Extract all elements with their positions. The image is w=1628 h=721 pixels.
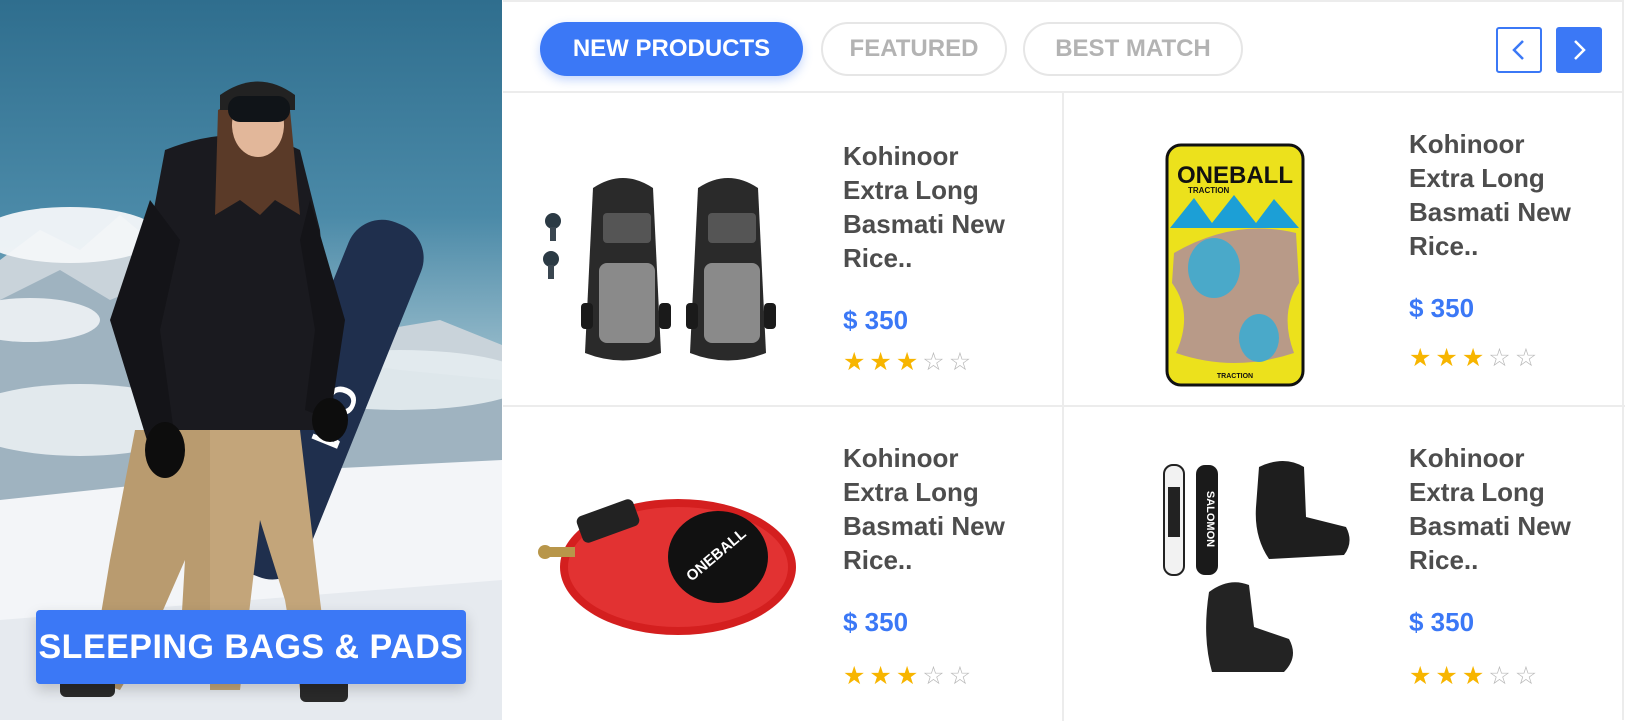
product-name[interactable]: Kohinoor Extra Long Basmati New Rice.. [843,139,1013,275]
star-filled-icon: ★ [1409,344,1432,372]
sleeping-bags-cta-button[interactable]: SLEEPING BAGS & PADS [36,610,466,684]
star-filled-icon: ★ [869,662,892,690]
product-card[interactable]: Kohinoor Extra Long Basmati New Rice.. $… [503,93,1064,407]
star-filled-icon: ★ [869,348,892,376]
star-filled-icon: ★ [1435,662,1458,690]
product-grid: Kohinoor Extra Long Basmati New Rice.. $… [503,93,1625,721]
product-price: $ 350 [1409,293,1475,323]
product-info: Kohinoor Extra Long Basmati New Rice.. $… [843,441,1053,689]
salomon-brand-label: SALOMON [1204,491,1216,547]
snowboard-package-image: SALOMON [1163,461,1350,672]
star-empty-icon: ☆ [922,662,945,690]
chevron-left-icon [1512,40,1524,60]
rating-stars: ★ ★ ★ ☆ ☆ [1409,346,1619,371]
star-filled-icon: ★ [895,662,919,690]
product-card[interactable]: ONEBALL Kohinoor Extra Long Basmati New … [503,407,1064,721]
product-card[interactable]: SALOMON Kohinoor Extra Long Basmati New … [1064,407,1625,721]
star-filled-icon: ★ [895,348,919,376]
product-info: Kohinoor Extra Long Basmati New Rice.. $… [1409,127,1619,371]
product-info: Kohinoor Extra Long Basmati New Rice.. $… [843,139,1053,375]
traction-label: TRACTION [1217,373,1253,380]
tab-new-products[interactable]: NEW PRODUCTS [540,22,803,76]
star-filled-icon: ★ [843,348,866,376]
traction-label: TRACTION [1188,186,1230,195]
star-empty-icon: ☆ [948,348,972,376]
product-showcase: OM SLEEPING BAGS & PADS NEW PR [0,0,1628,721]
product-price: $ 350 [843,607,909,637]
star-filled-icon: ★ [1435,344,1458,372]
star-filled-icon: ★ [1461,662,1485,690]
tab-featured[interactable]: FEATURED [821,22,1007,76]
star-empty-icon: ☆ [1514,344,1538,372]
star-empty-icon: ☆ [1488,344,1511,372]
star-empty-icon: ☆ [922,348,945,376]
product-price: $ 350 [843,305,909,335]
product-name[interactable]: Kohinoor Extra Long Basmati New Rice.. [1409,127,1579,263]
star-empty-icon: ☆ [1488,662,1511,690]
hero-banner[interactable]: OM SLEEPING BAGS & PADS [0,0,502,720]
oneball-brand-label: ONEBALL [1177,162,1293,189]
prev-button[interactable] [1496,27,1542,73]
snowboard-bindings-image [543,178,776,361]
traction-pad-image: ONEBALL TRACTION TRACTION [1165,143,1305,387]
product-info: Kohinoor Extra Long Basmati New Rice.. $… [1409,441,1619,689]
product-name[interactable]: Kohinoor Extra Long Basmati New Rice.. [843,441,1013,577]
star-filled-icon: ★ [843,662,866,690]
tab-bar: NEW PRODUCTS FEATURED BEST MATCH [503,0,1624,93]
rating-stars: ★ ★ ★ ☆ ☆ [843,664,1053,689]
product-card[interactable]: ONEBALL TRACTION TRACTION Kohinoor Extra… [1064,93,1625,407]
chevron-right-icon [1574,40,1586,60]
rating-stars: ★ ★ ★ ☆ ☆ [843,350,1053,375]
next-button[interactable] [1556,27,1602,73]
star-filled-icon: ★ [1409,662,1432,690]
product-name[interactable]: Kohinoor Extra Long Basmati New Rice.. [1409,441,1579,577]
star-filled-icon: ★ [1461,344,1485,372]
product-price: $ 350 [1409,607,1475,637]
tab-best-match[interactable]: BEST MATCH [1023,22,1243,76]
star-empty-icon: ☆ [1514,662,1538,690]
rating-stars: ★ ★ ★ ☆ ☆ [1409,664,1619,689]
cable-lock-image: ONEBALL [538,499,796,635]
star-empty-icon: ☆ [948,662,972,690]
